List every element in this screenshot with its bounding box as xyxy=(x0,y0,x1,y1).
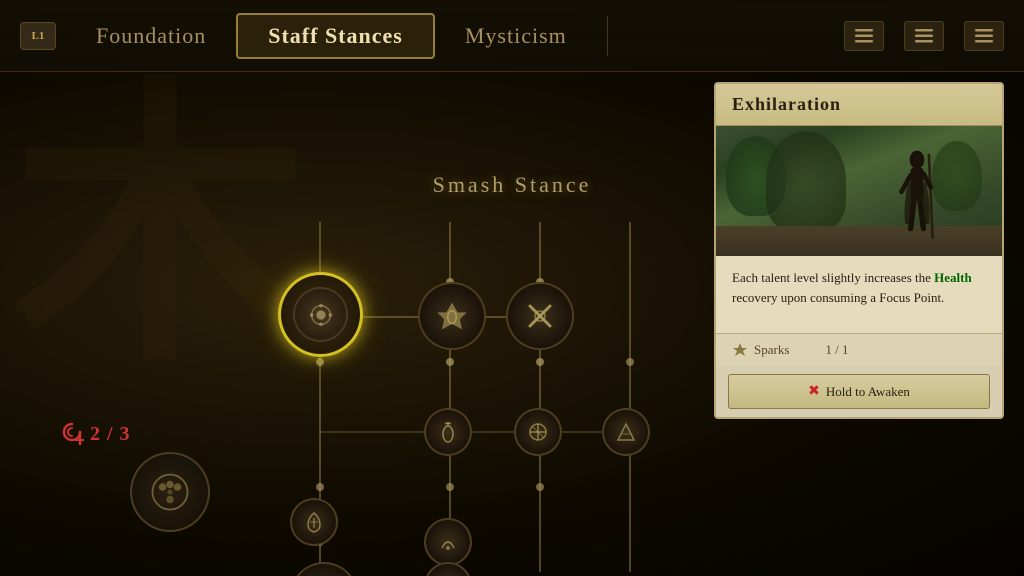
skill-node-main-highlighted[interactable] xyxy=(278,272,363,357)
ability-icon-7 xyxy=(436,530,460,554)
skill-node-r2-c3[interactable] xyxy=(514,408,562,456)
skill-node-r1-c3[interactable] xyxy=(506,282,574,350)
tab-staff-stances[interactable]: Staff Stances xyxy=(236,13,435,59)
currency-indicator: 2 / 3 xyxy=(60,422,131,446)
menu-icon-2 xyxy=(915,27,933,45)
main-content: Smash Stance P... xyxy=(0,72,1024,576)
ability-icon-4 xyxy=(526,420,550,444)
figure-in-image xyxy=(892,146,942,256)
info-panel-header: Exhilaration xyxy=(716,84,1002,126)
awaken-button-icon: ✖ xyxy=(808,383,820,400)
sparks-icon xyxy=(732,342,748,358)
nav-tabs: Foundation Staff Stances Mysticism xyxy=(66,13,1004,59)
currency-spiral-icon xyxy=(60,422,84,446)
nav-divider xyxy=(607,16,608,56)
tab-mysticism[interactable]: Mysticism xyxy=(435,15,597,57)
menu-icon-3 xyxy=(975,27,993,45)
ability-icon-6 xyxy=(302,510,326,534)
nav-icon-3[interactable] xyxy=(964,21,1004,51)
info-panel-description: Each talent level slightly increases the… xyxy=(732,268,986,307)
awaken-button-label: Hold to Awaken xyxy=(826,384,910,400)
nav-right-icons xyxy=(844,21,1004,51)
menu-icon-1 xyxy=(855,27,873,45)
section-label: Smash Stance xyxy=(433,172,592,198)
top-navigation: L1 Foundation Staff Stances Mysticism xyxy=(0,0,1024,72)
nav-icon-2[interactable] xyxy=(904,21,944,51)
ability-icon-5 xyxy=(614,420,638,444)
sparks-label: Sparks xyxy=(754,342,789,358)
ability-icon-3 xyxy=(436,420,460,444)
info-panel-title: Exhilaration xyxy=(732,94,986,115)
info-panel-footer: Sparks 1 / 1 xyxy=(716,333,1002,366)
skill-node-r3-c2[interactable] xyxy=(424,518,472,566)
skill-node-r1-c2[interactable] xyxy=(418,282,486,350)
sparks-info: Sparks 1 / 1 xyxy=(732,342,849,358)
special-node-icon xyxy=(145,467,195,517)
nav-icon-1[interactable] xyxy=(844,21,884,51)
skill-node-r3-c1[interactable] xyxy=(290,498,338,546)
info-panel-image xyxy=(716,126,1002,256)
skill-node-r2-c4[interactable] xyxy=(602,408,650,456)
level-text: L1 xyxy=(32,30,45,42)
ability-icon-2 xyxy=(525,301,555,331)
skill-node-r2-c2[interactable] xyxy=(424,408,472,456)
tab-foundation[interactable]: Foundation xyxy=(66,15,236,57)
ability-icon-1 xyxy=(436,300,468,332)
awaken-button-container: ✖ Hold to Awaken xyxy=(716,366,1002,417)
info-panel-body: Each talent level slightly increases the… xyxy=(716,256,1002,333)
info-panel: Exhilaration xyxy=(714,82,1004,419)
awaken-button[interactable]: ✖ Hold to Awaken xyxy=(728,374,990,409)
sparks-count: 1 / 1 xyxy=(795,342,848,358)
currency-value: 2 / 3 xyxy=(90,423,131,446)
node-inner-icon xyxy=(307,301,335,329)
level-indicator: L1 xyxy=(20,22,56,50)
highlight-health: Health xyxy=(934,270,972,285)
skill-node-special[interactable] xyxy=(130,452,210,532)
